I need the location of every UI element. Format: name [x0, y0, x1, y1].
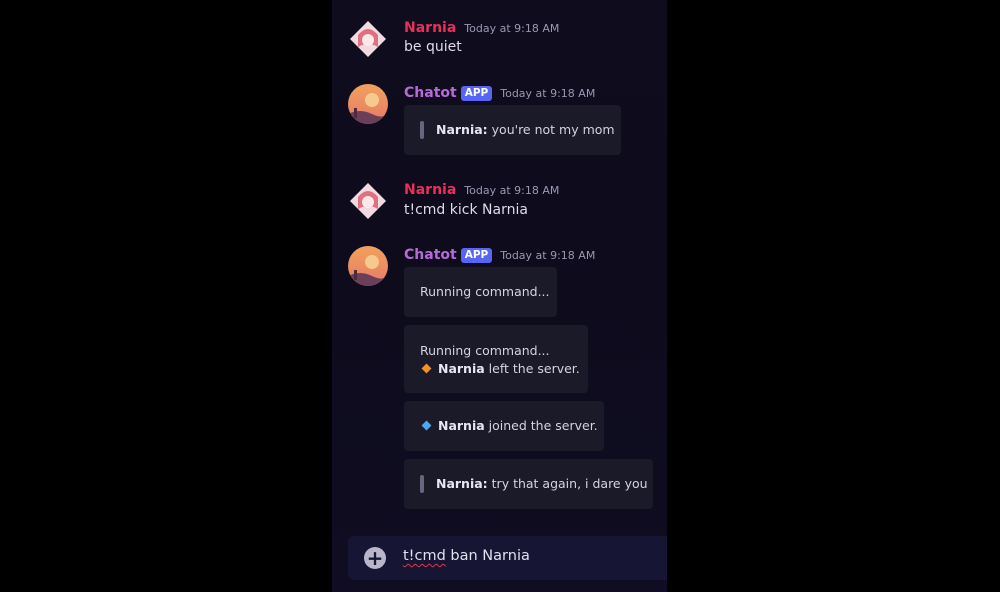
quote-text: you're not my mom [487, 122, 615, 137]
message-narnia-2: Narnia Today at 9:18 AM t!cmd kick Narni… [332, 180, 667, 224]
quote-author: Narnia: [436, 476, 488, 491]
blue-diamond-icon [421, 420, 432, 431]
avatar-chatot[interactable] [348, 84, 388, 124]
quote-author: Narnia: [436, 122, 488, 137]
message-text: t!cmd kick Narnia [404, 202, 528, 218]
message-header: Narnia Today at 9:18 AM [404, 18, 559, 38]
avatar-narnia[interactable] [348, 181, 388, 221]
quote-box: Narnia: you're not my mom [404, 105, 621, 155]
timestamp: Today at 9:18 AM [464, 183, 560, 197]
message-narnia-1: Narnia Today at 9:18 AM be quiet [332, 18, 667, 62]
username[interactable]: Chatot [404, 247, 457, 263]
plus-circle-icon[interactable]: + [364, 547, 386, 569]
status-text: Running command... [420, 284, 550, 299]
username[interactable]: Narnia [404, 182, 456, 198]
avatar-chatot[interactable] [348, 246, 388, 286]
event-line: Narnia joined the server. [420, 418, 598, 433]
username[interactable]: Chatot [404, 85, 457, 101]
event-text: left the server. [484, 361, 580, 376]
app-badge: APP [460, 247, 493, 263]
message-header: Narnia Today at 9:18 AM [404, 180, 559, 200]
username[interactable]: Narnia [404, 20, 456, 36]
event-box: Narnia joined the server. [404, 401, 604, 451]
status-text: Running command... [420, 343, 550, 358]
event-user: Narnia [438, 418, 485, 433]
event-text: joined the server. [484, 418, 598, 433]
avatar-narnia[interactable] [348, 19, 388, 59]
message-composer[interactable]: + t!cmd ban Narnia [348, 536, 667, 580]
quote-bar [420, 121, 424, 139]
quote-content: Narnia: try that again, i dare you [436, 476, 648, 491]
chat-panel: Narnia Today at 9:18 AM be quiet Chatot … [332, 0, 667, 592]
quote-content: Narnia: you're not my mom [436, 122, 615, 137]
message-input[interactable]: t!cmd ban Narnia [403, 548, 530, 564]
app-badge: APP [460, 85, 493, 101]
message-text: be quiet [404, 39, 462, 55]
timestamp: Today at 9:18 AM [500, 248, 596, 262]
timestamp: Today at 9:18 AM [464, 21, 560, 35]
message-header: Chatot APP Today at 9:18 AM [404, 245, 595, 265]
message-header: Chatot APP Today at 9:18 AM [404, 83, 595, 103]
orange-diamond-icon [421, 363, 432, 374]
misspelled-word: t!cmd [403, 548, 446, 564]
quote-bar [420, 475, 424, 493]
timestamp: Today at 9:18 AM [500, 86, 596, 100]
event-user: Narnia [438, 361, 485, 376]
status-box: Running command... [404, 267, 557, 317]
status-box: Running command... Narnia left the serve… [404, 325, 588, 393]
input-text-rest: ban Narnia [445, 548, 530, 564]
quote-text: try that again, i dare you [487, 476, 648, 491]
quote-box: Narnia: try that again, i dare you [404, 459, 653, 509]
event-line: Narnia left the server. [420, 361, 580, 376]
message-chatot-1: Chatot APP Today at 9:18 AM Narnia: you'… [332, 83, 667, 158]
message-chatot-2: Chatot APP Today at 9:18 AM Running comm… [332, 245, 667, 515]
